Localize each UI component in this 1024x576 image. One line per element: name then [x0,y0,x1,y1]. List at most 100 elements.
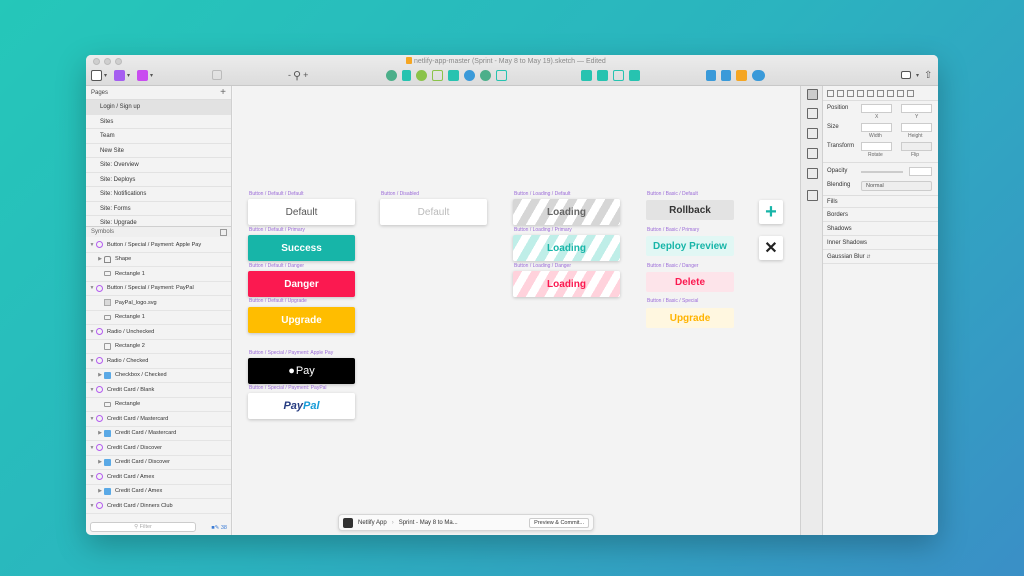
create-symbol-icon[interactable] [114,69,126,81]
branch-name[interactable]: Sprint - May 8 to Ma... [399,520,458,526]
width-field[interactable] [861,123,892,132]
apple-pay-button[interactable]: ● Pay [248,358,355,384]
add-page-button[interactable]: + [220,87,226,98]
align-middle-icon[interactable] [867,89,874,97]
union-icon[interactable] [581,69,592,81]
insert-icon[interactable] [91,69,102,81]
scale-icon[interactable] [464,69,475,81]
layer-row[interactable]: ▶ Credit Card / Amex [86,484,231,499]
plus-icon[interactable]: + [759,200,783,224]
layer-row[interactable]: ▶ Credit Card / Discover [86,455,231,470]
success-button[interactable]: Success [248,235,355,261]
layer-row[interactable]: ▼ Button / Special / Payment: PayPal [86,281,231,296]
zoom-out-button[interactable]: - [288,70,291,80]
disclosure-open-icon[interactable]: ▼ [88,383,96,398]
preview-commit-button[interactable]: Preview & Commit... [529,518,589,528]
disclosure-open-icon[interactable]: ▼ [88,238,96,253]
paypal-button[interactable]: Pay Pal [248,393,355,419]
page-item[interactable]: Team [86,129,231,144]
blending-select[interactable]: Normal [861,181,932,191]
disclosure-open-icon[interactable]: ▼ [88,281,96,296]
disclosure-closed-icon[interactable]: ▶ [96,455,104,470]
align-right-icon[interactable] [847,89,854,97]
disclosure-open-icon[interactable]: ▼ [88,470,96,485]
mask-icon[interactable] [432,69,443,81]
layer-row[interactable]: Rectangle 1 [86,311,231,325]
align-tidy-icon[interactable] [907,89,914,97]
opacity-slider[interactable] [861,171,903,173]
filter-input[interactable]: ⚲ Filter [90,522,196,532]
export-icon[interactable]: ⇧ [924,70,932,81]
disabled-button[interactable]: Default [380,199,487,225]
difference-icon[interactable] [629,69,640,81]
layer-row[interactable]: ▶ Credit Card / Mastercard [86,426,231,441]
layer-row[interactable]: ▼ Credit Card / Dinners Club [86,499,231,514]
default-button[interactable]: Default [248,199,355,225]
flatten-icon[interactable] [480,69,491,81]
collapse-icon[interactable] [220,229,227,236]
view-icon[interactable] [901,71,911,79]
layer-row[interactable]: Rectangle 1 [86,267,231,282]
inner-shadows-section[interactable]: Inner Shadows [823,237,938,250]
edit-icon[interactable] [386,69,397,81]
borders-section[interactable]: Borders [823,209,938,222]
backward-icon[interactable] [721,69,731,81]
subtract-icon[interactable] [597,69,608,81]
page-item[interactable]: Site: Overview [86,158,231,173]
disclosure-closed-icon[interactable]: ▶ [96,484,104,499]
height-field[interactable] [901,123,932,132]
layer-row[interactable]: ▶ Shape [86,253,231,267]
page-item[interactable]: Login / Sign up [86,100,231,115]
layer-row[interactable]: ▼ Button / Special / Payment: Apple Pay [86,238,231,253]
minimize-window-button[interactable] [104,58,111,65]
layer-row[interactable]: Rectangle 2 [86,340,231,354]
page-item[interactable]: Sites [86,115,231,129]
x-field[interactable] [861,104,892,113]
loading-primary-button[interactable]: Loading [513,235,620,261]
canvas[interactable]: Button / Default / Default Default Butto… [233,86,800,535]
zoom-window-button[interactable] [115,58,122,65]
layer-row[interactable]: Rectangle [86,398,231,412]
page-item[interactable]: Site: Forms [86,202,231,216]
close-icon[interactable]: ✕ [759,236,783,260]
loading-default-button[interactable]: Loading [513,199,620,225]
deploy-preview-button[interactable]: Deploy Preview [646,236,734,256]
layer-row[interactable]: ▶ Checkbox / Checked [86,369,231,383]
text-style-icon[interactable] [137,69,149,81]
disclosure-open-icon[interactable]: ▼ [88,412,96,427]
distribute-horizontal-icon[interactable] [887,89,894,97]
override-icon[interactable] [212,70,222,80]
grid-icon[interactable] [448,69,459,81]
disclosure-open-icon[interactable]: ▼ [88,354,96,369]
forward-icon[interactable] [706,69,716,81]
page-item[interactable]: Site: Deploys [86,173,231,187]
layer-row[interactable]: ▼ Credit Card / Amex [86,470,231,485]
page-item[interactable]: New Site [86,144,231,158]
rollback-button[interactable]: Rollback [646,200,734,220]
transform-icon[interactable] [496,69,507,81]
align-center-icon[interactable] [837,89,844,97]
disclosure-closed-icon[interactable]: ▶ [96,426,104,441]
layer-row[interactable]: ▼ Radio / Checked [86,354,231,369]
intersect-icon[interactable] [613,69,624,81]
shadows-section[interactable]: Shadows [823,223,938,236]
scissors-icon[interactable] [402,69,411,81]
align-left-icon[interactable] [827,89,834,97]
layer-row[interactable]: ▼ Radio / Unchecked [86,325,231,340]
zoom-icon[interactable]: ⚲ [293,69,301,82]
sketch-icon[interactable] [736,69,747,81]
rotate-icon[interactable] [416,69,427,81]
loading-danger-button[interactable]: Loading [513,271,620,297]
danger-button[interactable]: Danger [248,271,355,297]
rotate-field[interactable] [861,142,892,151]
flip-control[interactable] [901,142,932,151]
layer-row[interactable]: PayPal_logo.svg [86,296,231,311]
share-icon[interactable] [807,108,818,119]
delete-button[interactable]: Delete [646,272,734,292]
align-top-icon[interactable] [857,89,864,97]
color-icon[interactable] [807,168,818,179]
tab-style-icon[interactable] [807,89,818,100]
disclosure-open-icon[interactable]: ▼ [88,325,96,340]
page-item[interactable]: Site: Notifications [86,187,231,202]
gaussian-blur-section[interactable]: Gaussian Blur ⇵ [823,251,938,264]
